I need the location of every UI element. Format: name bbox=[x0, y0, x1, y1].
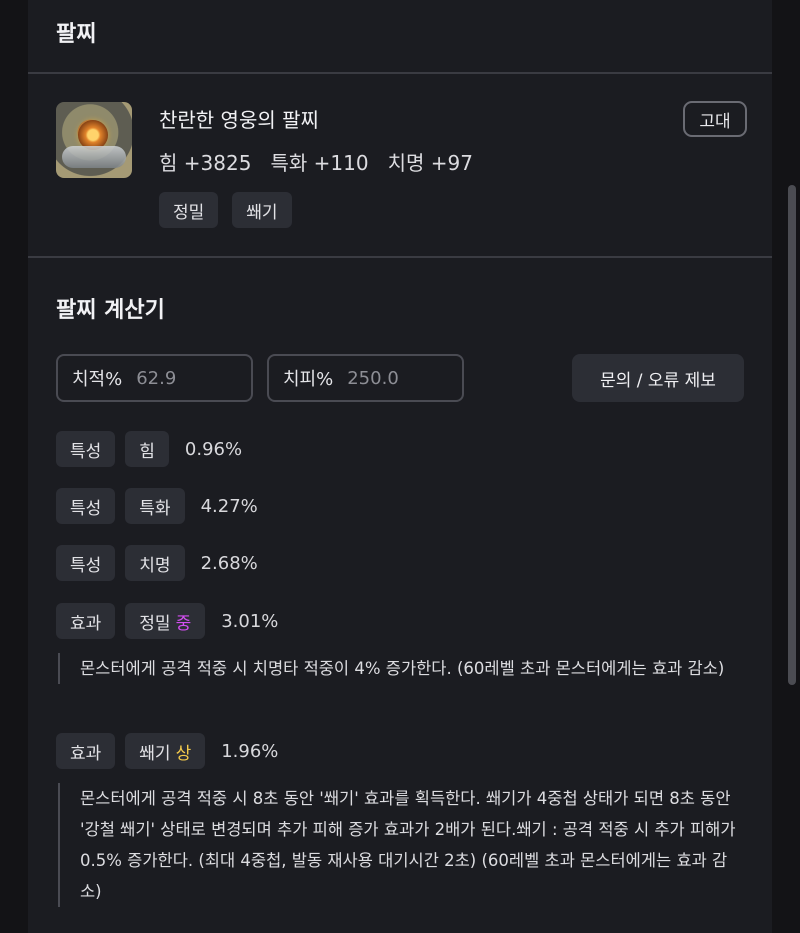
effect-description: 몬스터에게 공격 적중 시 8초 동안 '쐐기' 효과를 획득한다. 쐐기가 4… bbox=[58, 783, 748, 907]
crit-rate-value[interactable]: 62.9 bbox=[136, 368, 176, 389]
row-name-chip: 정밀 중 bbox=[125, 603, 206, 639]
divider bbox=[28, 256, 772, 258]
row-name-chip: 치명 bbox=[125, 545, 185, 581]
scrollbar-thumb[interactable] bbox=[788, 185, 796, 685]
crit-damage-label: 치피% bbox=[283, 369, 334, 390]
effect-name: 정밀 bbox=[139, 613, 171, 634]
row-name-chip: 특화 bbox=[125, 488, 185, 524]
row-type-chip: 효과 bbox=[56, 603, 116, 639]
row-type-chip: 효과 bbox=[56, 733, 116, 769]
crit-rate-label: 치적% bbox=[72, 369, 123, 390]
crit-rate-input[interactable]: 치적% 62.9 bbox=[56, 354, 253, 402]
item-stats: 힘 +3825 특화 +110 치명 +97 bbox=[159, 151, 474, 175]
stat-row: 특성 치명 2.68% bbox=[56, 545, 258, 581]
stat-row: 특성 특화 4.27% bbox=[56, 488, 258, 524]
effect-name: 쐐기 bbox=[139, 743, 171, 764]
calculator-title: 팔찌 계산기 bbox=[56, 298, 165, 323]
tier-mid-label: 중 bbox=[175, 613, 192, 634]
row-percent: 2.68% bbox=[200, 552, 258, 574]
item-icon bbox=[56, 102, 132, 178]
effect-row: 효과 쐐기 상 1.96% bbox=[56, 733, 278, 769]
tag-chip: 쐐기 bbox=[232, 192, 292, 228]
row-name-chip: 쐐기 상 bbox=[125, 733, 206, 769]
row-type-chip: 특성 bbox=[56, 488, 116, 524]
bracelet-band-icon bbox=[62, 146, 126, 168]
row-percent: 3.01% bbox=[221, 610, 279, 632]
stat-row: 특성 힘 0.96% bbox=[56, 431, 242, 467]
bracelet-panel: 팔찌 찬란한 영웅의 팔찌 힘 +3825 특화 +110 치명 +97 정밀 … bbox=[28, 0, 772, 933]
divider bbox=[28, 72, 772, 74]
row-type-chip: 특성 bbox=[56, 431, 116, 467]
tier-high-label: 상 bbox=[175, 743, 192, 764]
page-title: 팔찌 bbox=[56, 22, 97, 47]
effect-row: 효과 정밀 중 3.01% bbox=[56, 603, 278, 639]
tag-chip: 정밀 bbox=[159, 192, 219, 228]
crit-damage-value[interactable]: 250.0 bbox=[347, 368, 399, 389]
row-name-chip: 힘 bbox=[125, 431, 169, 467]
row-percent: 1.96% bbox=[221, 740, 279, 762]
row-percent: 0.96% bbox=[184, 438, 243, 460]
report-button[interactable]: 문의 / 오류 제보 bbox=[572, 354, 744, 402]
crit-damage-input[interactable]: 치피% 250.0 bbox=[267, 354, 464, 402]
row-type-chip: 특성 bbox=[56, 545, 116, 581]
row-percent: 4.27% bbox=[200, 495, 258, 517]
item-name: 찬란한 영웅의 팔찌 bbox=[159, 108, 319, 132]
item-tags: 정밀 쐐기 bbox=[159, 192, 292, 228]
effect-description: 몬스터에게 공격 적중 시 치명타 적중이 4% 증가한다. (60레벨 초과 … bbox=[58, 653, 748, 684]
grade-badge: 고대 bbox=[683, 101, 747, 137]
